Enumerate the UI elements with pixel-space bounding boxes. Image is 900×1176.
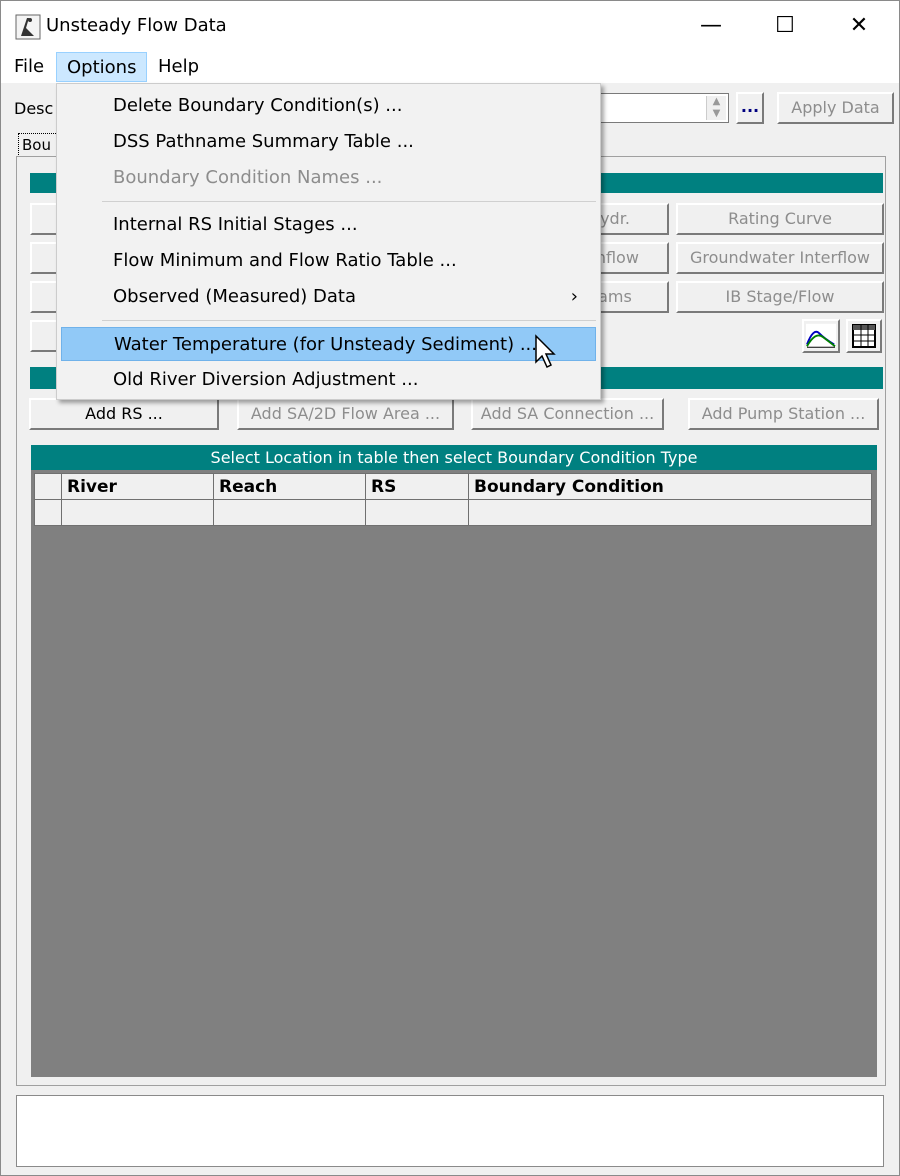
boundary-table-area: [31, 445, 877, 1077]
add-sa-2d-flow-area-button[interactable]: Add SA/2D Flow Area ...: [237, 398, 454, 430]
options-dropdown-menu: Delete Boundary Condition(s) ... DSS Pat…: [56, 83, 601, 400]
maximize-button[interactable]: ☐: [753, 1, 817, 51]
menu-file[interactable]: File: [4, 52, 54, 82]
menu-help[interactable]: Help: [148, 52, 209, 82]
table-icon[interactable]: [846, 319, 882, 353]
menu-item-internal-rs-initial-stages[interactable]: Internal RS Initial Stages ...: [61, 208, 596, 242]
cell-reach[interactable]: [213, 499, 366, 526]
table-header-row: River Reach RS Boundary Condition: [34, 473, 872, 500]
add-sa-connection-button[interactable]: Add SA Connection ...: [471, 398, 664, 430]
browse-button[interactable]: ...: [736, 92, 764, 124]
column-header-boundary-condition[interactable]: Boundary Condition: [468, 473, 872, 500]
menu-item-flow-minimum-ratio-table[interactable]: Flow Minimum and Flow Ratio Table ...: [61, 244, 596, 278]
window-title: Unsteady Flow Data: [46, 15, 227, 36]
menu-separator: [102, 201, 596, 202]
rating-curve-button[interactable]: Rating Curve: [676, 203, 884, 235]
mouse-cursor-icon: [535, 334, 556, 369]
app-icon: [15, 14, 41, 40]
cell-boundary-condition[interactable]: [468, 499, 872, 526]
title-bar: Unsteady Flow Data — ☐ ✕: [1, 1, 899, 51]
cell-river[interactable]: [61, 499, 214, 526]
menu-item-dss-pathname-summary[interactable]: DSS Pathname Summary Table ...: [61, 125, 596, 159]
cell-rs[interactable]: [365, 499, 469, 526]
menu-item-label: Observed (Measured) Data: [113, 286, 356, 307]
menu-item-boundary-condition-names[interactable]: Boundary Condition Names ...: [61, 161, 596, 195]
spin-buttons[interactable]: ▲ ▼: [706, 96, 726, 120]
submenu-chevron-icon: ›: [570, 286, 578, 307]
column-header-river[interactable]: River: [61, 473, 214, 500]
groundwater-interflow-button[interactable]: Groundwater Interflow: [676, 242, 884, 274]
menu-options[interactable]: Options: [56, 52, 148, 82]
menu-separator: [102, 320, 596, 321]
message-box: [16, 1095, 884, 1167]
table-row[interactable]: [34, 499, 872, 526]
row-selector[interactable]: [34, 499, 62, 526]
menu-item-delete-boundary-conditions[interactable]: Delete Boundary Condition(s) ...: [61, 89, 596, 123]
row-selector-header: [34, 473, 62, 500]
menu-bar: File Options Help: [1, 51, 899, 83]
plot-icon[interactable]: [802, 319, 840, 353]
column-header-rs[interactable]: RS: [365, 473, 469, 500]
menu-item-water-temperature[interactable]: Water Temperature (for Unsteady Sediment…: [61, 327, 596, 361]
menu-item-old-river-diversion[interactable]: Old River Diversion Adjustment ...: [61, 363, 596, 397]
add-rs-button[interactable]: Add RS ...: [29, 398, 219, 430]
description-label: Desc: [14, 99, 54, 118]
ib-stage-flow-button[interactable]: IB Stage/Flow: [676, 281, 884, 313]
apply-data-button[interactable]: Apply Data: [777, 92, 894, 124]
table-banner: Select Location in table then select Bou…: [31, 445, 877, 470]
minimize-button[interactable]: —: [679, 1, 743, 51]
description-input[interactable]: ▲ ▼: [597, 93, 729, 123]
close-button[interactable]: ✕: [827, 1, 891, 51]
menu-item-observed-measured-data[interactable]: Observed (Measured) Data ›: [61, 280, 596, 314]
boundary-table[interactable]: River Reach RS Boundary Condition: [34, 473, 872, 526]
unsteady-flow-window: Unsteady Flow Data — ☐ ✕ File Options He…: [0, 0, 900, 1176]
add-pump-station-button[interactable]: Add Pump Station ...: [688, 398, 879, 430]
tab-boundary-conditions[interactable]: Bou: [18, 133, 58, 157]
column-header-reach[interactable]: Reach: [213, 473, 366, 500]
